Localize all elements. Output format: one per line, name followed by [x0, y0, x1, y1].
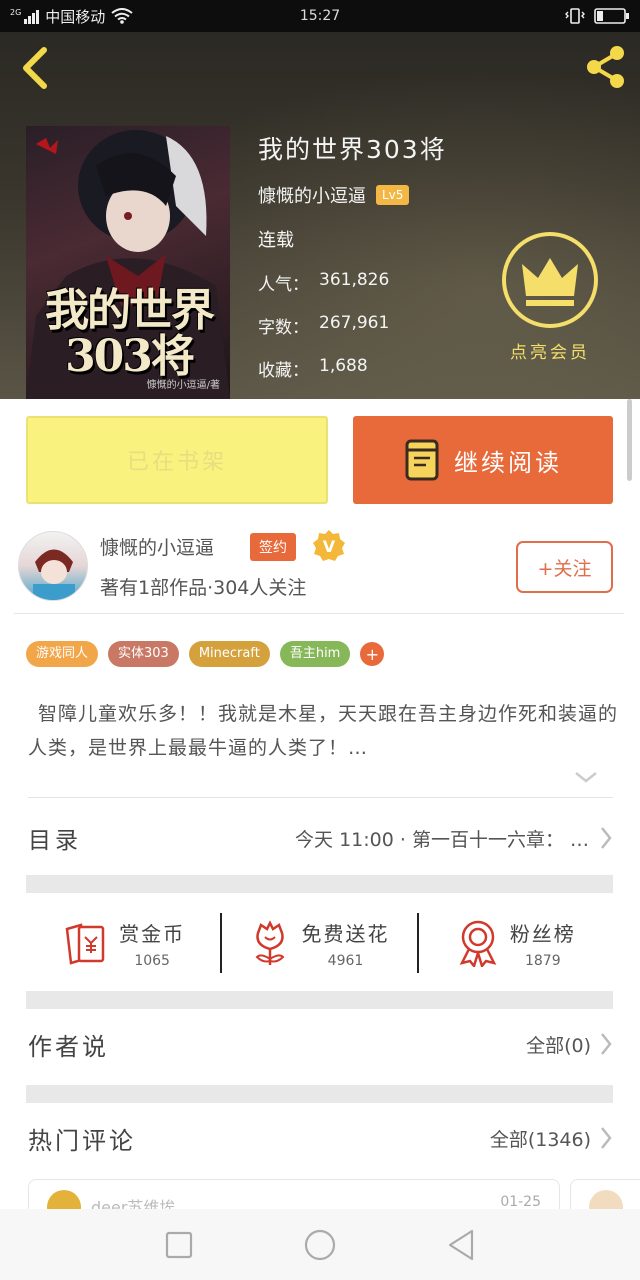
toc-title: 目录	[28, 828, 82, 854]
section-gap	[26, 1085, 613, 1103]
author-card: 慷慨的小逗逼 签约 V 著有1部作品·304人关注 +关注	[0, 529, 640, 613]
section-gap	[26, 991, 613, 1009]
home-icon[interactable]	[303, 1228, 337, 1262]
divider	[28, 797, 613, 798]
scrollbar[interactable]	[627, 399, 632, 481]
more-tags-button[interactable]: +	[360, 642, 385, 666]
book-title: 我的世界303将	[258, 135, 447, 164]
reward-label: 赏金币	[119, 921, 186, 946]
in-shelf-button[interactable]: 已在书架	[26, 416, 328, 504]
stat-word-count: 字数： 267,961	[258, 313, 447, 338]
author-says-all: 全部(0)	[526, 1034, 591, 1057]
back-nav-icon[interactable]	[446, 1228, 476, 1262]
hot-comments-title: 热门评论	[28, 1126, 136, 1155]
continue-reading-label: 继续阅读	[454, 448, 562, 477]
expand-chevron-icon[interactable]	[572, 769, 600, 785]
level-badge: Lv5	[376, 185, 410, 205]
continue-reading-button[interactable]: 继续阅读	[353, 416, 613, 504]
book-author[interactable]: 慷慨的小逗逼	[258, 182, 366, 208]
table-of-contents-row[interactable]: 目录 今天 11:00 · 第一百十一六章： …	[28, 813, 613, 863]
back-icon[interactable]	[16, 44, 56, 92]
status-bar: 2G 中国移动 15:27	[0, 0, 640, 32]
comment-card[interactable]	[570, 1179, 640, 1209]
tag-chip[interactable]: 吾主him	[279, 641, 351, 667]
author-meta: 著有1部作品·304人关注	[100, 577, 307, 599]
flower-count: 4961	[327, 952, 364, 969]
interaction-bar: 赏金币 1065 免费送花 4961 粉丝榜 1879	[26, 893, 613, 993]
commenter-name[interactable]: deer苏维埃	[91, 1194, 175, 1209]
author-says-row[interactable]: 作者说 全部(0)	[28, 1017, 613, 1071]
system-nav-bar	[0, 1209, 640, 1280]
stat-label: 收藏：	[258, 361, 309, 381]
stat-value: 361,826	[319, 270, 390, 290]
stat-label: 字数：	[258, 318, 309, 338]
book-description: 智障儿童欢乐多！！我就是木星，天天跟在吾主身边作死和装逼的人类，是世界上最最牛逼…	[28, 703, 619, 759]
stat-value: 267,961	[319, 313, 390, 333]
stat-label: 人气：	[258, 275, 309, 295]
comment-card[interactable]: deer苏维埃 01-25	[28, 1179, 560, 1209]
verified-icon: V	[313, 530, 345, 561]
reward-count: 1065	[134, 952, 170, 969]
book-detail-content: 已在书架 继续阅读 慷慨的小逗逼 签约 V 著有1部作品·304人关注 +关注 …	[0, 399, 640, 1209]
tag-chip[interactable]: 游戏同人	[26, 641, 99, 667]
book-cover[interactable]: 我的世界303将 慷慨的小逗逼/著	[26, 126, 230, 399]
fans-label: 粉丝榜	[509, 921, 576, 946]
stat-favorites: 收藏： 1,688	[258, 356, 447, 381]
chevron-right-icon	[601, 1033, 612, 1055]
author-says-title: 作者说	[28, 1032, 109, 1061]
clock: 15:27	[299, 8, 341, 24]
verified-letter: V	[323, 537, 336, 556]
chevron-right-icon	[601, 827, 612, 849]
follow-button[interactable]: +关注	[516, 541, 613, 593]
vip-button[interactable]: 点亮会员	[500, 230, 600, 363]
author-name[interactable]: 慷慨的小逗逼	[100, 533, 214, 560]
tag-chip[interactable]: Minecraft	[188, 641, 270, 667]
commenter-avatar[interactable]	[47, 1190, 81, 1209]
divider	[14, 613, 624, 614]
stat-popularity: 人气： 361,826	[258, 270, 447, 295]
section-gap	[26, 875, 613, 893]
book-header: 我的世界303将 慷慨的小逗逼/著 我的世界303将 慷慨的小逗逼 Lv5 连载…	[0, 32, 640, 399]
avatar-art	[33, 549, 75, 600]
fan-ranking-button[interactable]: 粉丝榜 1879	[419, 893, 613, 993]
hot-comments-row[interactable]: 热门评论 全部(1346)	[28, 1111, 613, 1165]
flower-label: 免费送花	[301, 921, 390, 946]
latest-chapter: 今天 11:00 · 第一百十一六章： …	[295, 828, 589, 851]
cover-title: 我的世界303将	[45, 285, 215, 382]
author-avatar[interactable]	[18, 531, 88, 601]
signed-badge: 签约	[250, 533, 296, 561]
crown-icon	[502, 232, 598, 328]
share-icon[interactable]	[580, 42, 630, 92]
commenter-avatar[interactable]	[589, 1190, 623, 1209]
comment-date: 01-25	[500, 1194, 541, 1209]
hot-comments-all: 全部(1346)	[489, 1128, 591, 1151]
send-flower-button[interactable]: 免费送花 4961	[222, 893, 416, 993]
flower-icon	[256, 920, 285, 965]
reward-coins-button[interactable]: 赏金币 1065	[26, 893, 220, 993]
coin-envelope-icon	[65, 923, 105, 965]
fans-count: 1879	[524, 952, 561, 969]
serial-status: 连载	[258, 230, 294, 251]
book-info: 我的世界303将 慷慨的小逗逼 Lv5 连载 人气： 361,826 字数： 2…	[258, 130, 447, 381]
tag-chip[interactable]: 实体303	[108, 641, 179, 667]
stat-value: 1,688	[319, 356, 368, 376]
recent-apps-icon[interactable]	[164, 1230, 194, 1260]
book-icon	[405, 439, 439, 481]
cover-author: 慷慨的小逗逼/著	[146, 380, 220, 391]
tag-list: 游戏同人 实体303 Minecraft 吾主him +	[26, 641, 385, 667]
medal-icon	[459, 920, 497, 967]
chevron-right-icon	[601, 1127, 612, 1149]
vip-label: 点亮会员	[510, 343, 590, 363]
